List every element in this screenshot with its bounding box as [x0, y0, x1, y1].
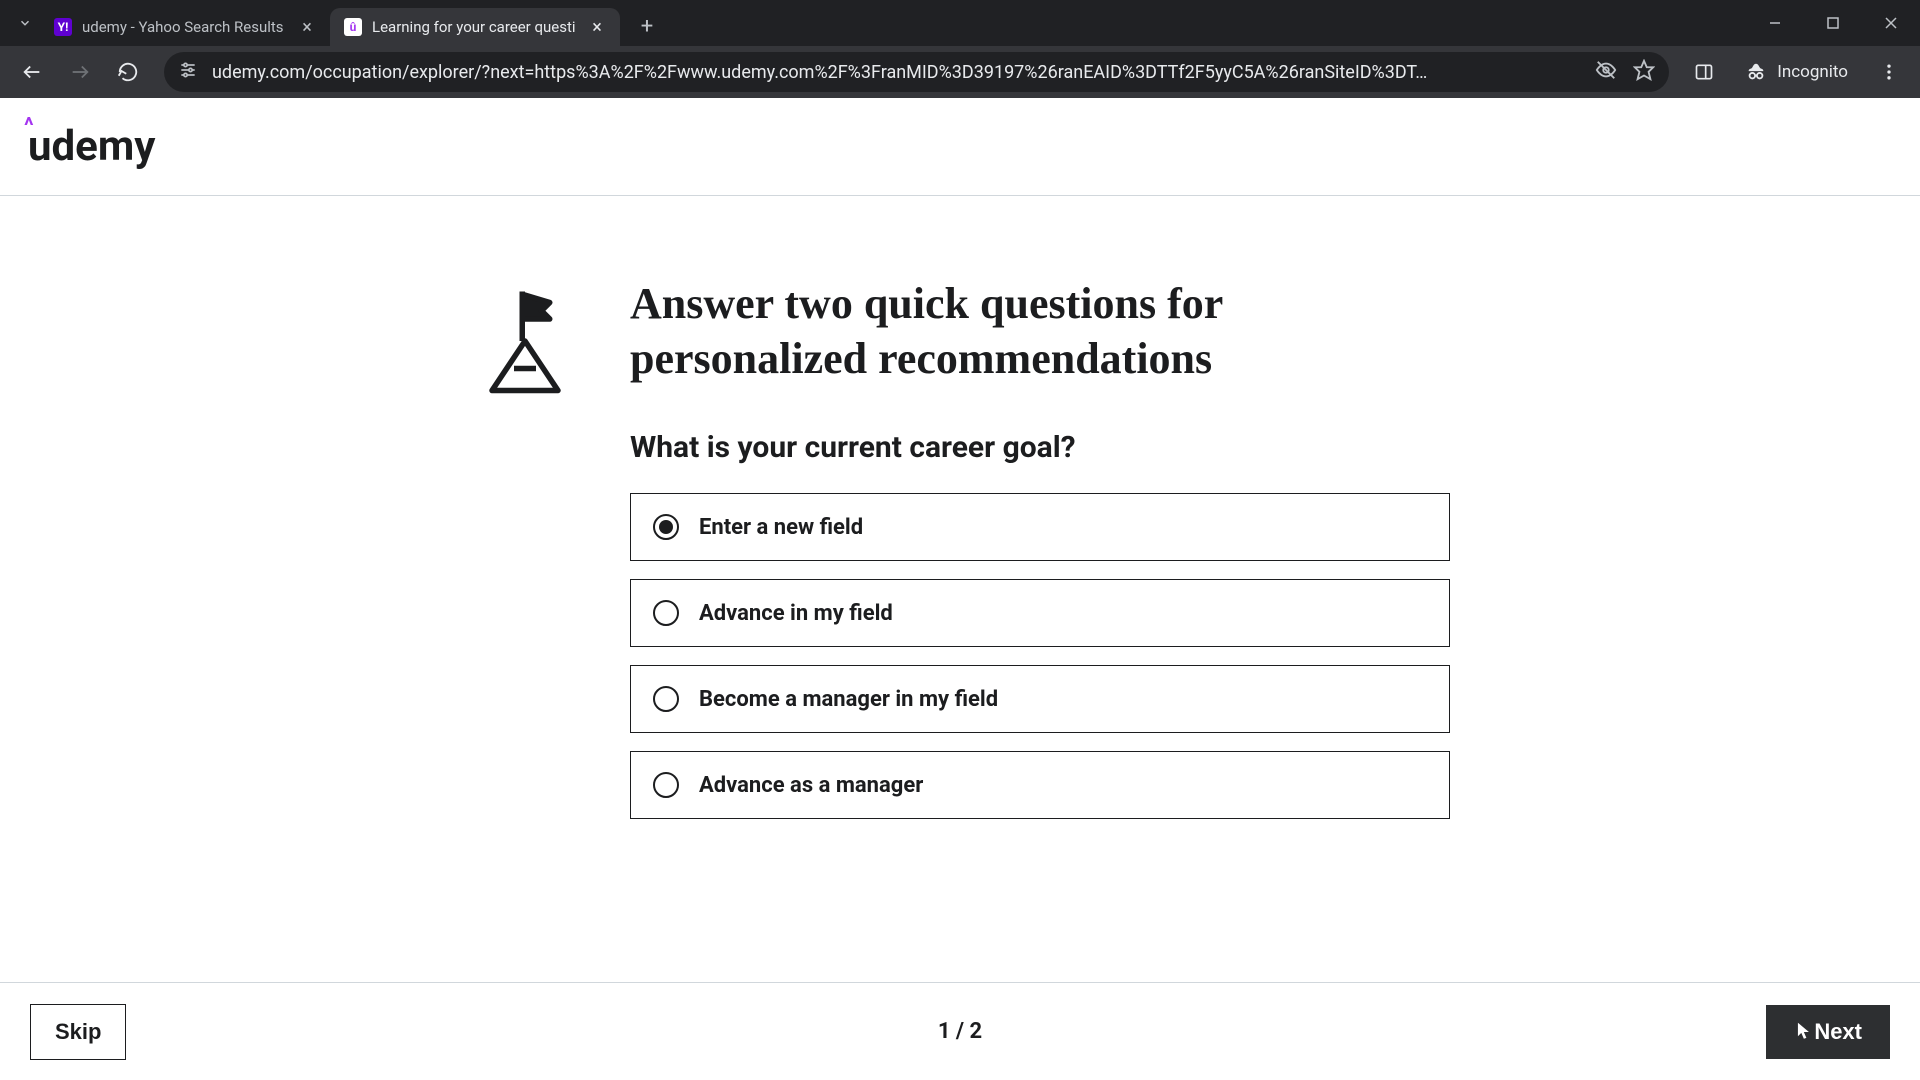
- tab-yahoo-search[interactable]: Y! udemy - Yahoo Search Results ×: [40, 8, 330, 46]
- option-advance-field[interactable]: Advance in my field: [630, 579, 1450, 647]
- radio-icon: [653, 686, 679, 712]
- page-indicator: 1 / 2: [938, 1019, 982, 1044]
- new-tab-button[interactable]: +: [630, 9, 664, 43]
- tab-strip: Y! udemy - Yahoo Search Results × û Lear…: [0, 0, 1920, 46]
- question-label: What is your current career goal?: [630, 430, 1450, 465]
- radio-icon: [653, 772, 679, 798]
- tab-search-dropdown[interactable]: [10, 8, 40, 38]
- close-window-button[interactable]: [1862, 0, 1920, 46]
- option-advance-manager[interactable]: Advance as a manager: [630, 751, 1450, 819]
- option-label: Advance as a manager: [699, 773, 923, 798]
- udemy-favicon-icon: û: [344, 18, 362, 36]
- onboarding-card: Answer two quick questions for personali…: [470, 276, 1450, 982]
- option-enter-new-field[interactable]: Enter a new field: [630, 493, 1450, 561]
- minimize-button[interactable]: [1746, 0, 1804, 46]
- logo-text: udemy: [28, 122, 155, 171]
- incognito-label: Incognito: [1777, 62, 1848, 82]
- maximize-button[interactable]: [1804, 0, 1862, 46]
- udemy-logo[interactable]: ^ udemy: [28, 122, 155, 171]
- tab-udemy-learning[interactable]: û Learning for your career questi ×: [330, 8, 620, 46]
- close-icon[interactable]: ×: [588, 18, 606, 36]
- page-footer: Skip 1 / 2 Next: [0, 982, 1920, 1080]
- main-content: Answer two quick questions for personali…: [0, 196, 1920, 982]
- skip-button[interactable]: Skip: [30, 1004, 126, 1060]
- side-panel-icon[interactable]: [1685, 53, 1723, 91]
- next-label: Next: [1814, 1019, 1862, 1045]
- site-settings-icon[interactable]: [178, 60, 198, 85]
- option-label: Advance in my field: [699, 601, 893, 626]
- page-viewport: ^ udemy Answer two quick questions for p…: [0, 98, 1920, 1080]
- forward-button[interactable]: [60, 52, 100, 92]
- option-become-manager[interactable]: Become a manager in my field: [630, 665, 1450, 733]
- url-text: udemy.com/occupation/explorer/?next=http…: [212, 62, 1581, 83]
- address-bar[interactable]: udemy.com/occupation/explorer/?next=http…: [164, 52, 1669, 92]
- next-button[interactable]: Next: [1766, 1005, 1890, 1059]
- incognito-indicator[interactable]: Incognito: [1731, 55, 1862, 89]
- tab-title: udemy - Yahoo Search Results: [82, 18, 288, 36]
- radio-icon: [653, 514, 679, 540]
- window-controls: [1746, 0, 1920, 46]
- options-group: Enter a new field Advance in my field Be…: [630, 493, 1450, 819]
- browser-chrome: Y! udemy - Yahoo Search Results × û Lear…: [0, 0, 1920, 98]
- reload-button[interactable]: [108, 52, 148, 92]
- back-button[interactable]: [12, 52, 52, 92]
- cursor-icon: [1794, 1021, 1812, 1043]
- option-label: Become a manager in my field: [699, 687, 998, 712]
- yahoo-favicon-icon: Y!: [54, 18, 72, 36]
- radio-icon: [653, 600, 679, 626]
- site-header: ^ udemy: [0, 98, 1920, 196]
- close-icon[interactable]: ×: [298, 18, 316, 36]
- browser-menu-icon[interactable]: [1870, 53, 1908, 91]
- option-label: Enter a new field: [699, 515, 863, 540]
- page-title: Answer two quick questions for personali…: [630, 276, 1450, 386]
- eye-off-icon[interactable]: [1595, 59, 1617, 86]
- tab-title: Learning for your career questi: [372, 18, 578, 36]
- browser-toolbar: udemy.com/occupation/explorer/?next=http…: [0, 46, 1920, 98]
- bookmark-star-icon[interactable]: [1633, 59, 1655, 86]
- incognito-icon: [1745, 61, 1767, 83]
- logo-caret-icon: ^: [24, 114, 34, 139]
- flag-mountain-icon: [480, 286, 570, 396]
